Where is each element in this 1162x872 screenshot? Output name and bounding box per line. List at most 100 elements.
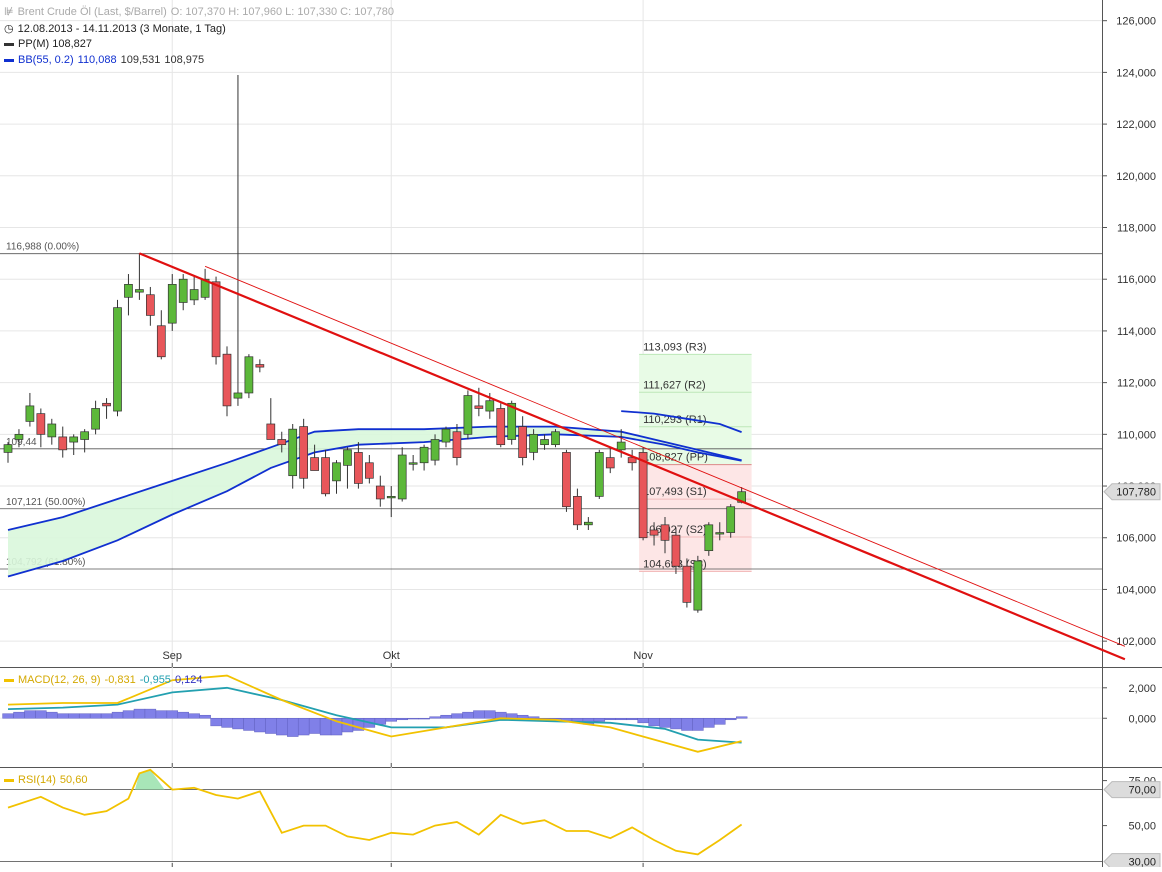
macd-hist-bar (462, 711, 474, 719)
macd-value: -0,831 (104, 674, 136, 686)
candle-body (452, 431, 462, 458)
price-tick-label: 102,000 (1116, 636, 1156, 648)
candle-body (616, 441, 626, 451)
candle-body (91, 408, 100, 430)
bb-upper-value: 110,088 (77, 54, 117, 66)
candle-body (135, 289, 144, 293)
instrument-title: Brent Crude Öl (Last, $/Barrel) (17, 6, 167, 18)
price-tick-label: 112,000 (1117, 378, 1156, 390)
candle-body (529, 433, 538, 453)
candle-body (671, 534, 681, 567)
pivot-label: 108,827 (PP) (643, 452, 708, 464)
macd-hist-bar (604, 718, 616, 721)
macd-hist-bar (57, 713, 69, 719)
candle-body (583, 521, 593, 526)
candle-body (649, 529, 659, 536)
macd-hist-bar (232, 718, 244, 730)
candle-body (233, 392, 243, 399)
month-label: Okt (383, 650, 400, 662)
candle-body (485, 400, 495, 412)
candle-body (58, 436, 68, 451)
macd-hist-bar (68, 713, 80, 719)
macd-hist-bar (89, 713, 102, 719)
macd-hist-bar (703, 718, 715, 728)
rsi-legend-name: RSI(14) (18, 774, 56, 786)
pp-legend-swatch (4, 42, 14, 46)
candle-body (551, 431, 560, 446)
candle-body (605, 457, 615, 469)
bb-lower-value: 108,975 (164, 54, 205, 66)
candle-body (496, 408, 506, 446)
candle-body (638, 452, 648, 539)
rsi-line (7, 768, 743, 856)
candle-body (310, 457, 319, 471)
macd-hist-bar (626, 718, 638, 721)
macd-hist-bar (736, 716, 748, 719)
candle-body (408, 462, 418, 465)
fibonacci-label: 116,988 (0.00%) (6, 242, 79, 253)
candle-body (69, 436, 79, 443)
candle-body (211, 281, 221, 358)
clock-icon: ◷ (4, 23, 14, 35)
candle-body (3, 444, 13, 453)
candle-body (80, 431, 90, 440)
macd-hist-bar (648, 718, 660, 727)
price-tick-label: 120,000 (1116, 171, 1156, 183)
candle-body (288, 428, 298, 477)
candle-body (36, 413, 46, 435)
bb-legend-name: BB(55, 0.2) (18, 54, 74, 66)
macd-hist-bar (188, 713, 200, 719)
macd-hist-bar (517, 714, 529, 719)
macd-hist-bar (46, 711, 58, 719)
macd-hist-bar (35, 710, 47, 719)
candle-body (354, 452, 363, 484)
macd-hist-bar (221, 718, 233, 728)
last-price-label: 107,780 (1116, 487, 1156, 499)
macd-hist-bar (199, 714, 211, 719)
macd-tick-label: 2,000 (1128, 683, 1156, 695)
pivot-label: 111,627 (R2) (643, 379, 706, 391)
macd-hist-bar (100, 713, 113, 719)
candle-body (25, 405, 35, 422)
candle-body (189, 289, 199, 301)
candle-body (146, 294, 155, 316)
rsi-tick-label: 50,00 (1128, 821, 1156, 833)
ohlc-values: O: 107,370 H: 107,960 L: 107,330 C: 107,… (170, 6, 394, 18)
macd-hist-bar (133, 708, 146, 719)
macd-legend-name: MACD(12, 26, 9) (18, 674, 101, 686)
macd-legend: MACD(12, 26, 9) -0,831 -0,955 0,124 (4, 674, 206, 686)
candle-body (167, 284, 177, 324)
macd-hist-bar (725, 718, 737, 721)
candle-body (693, 560, 703, 611)
macd-hist-bar (637, 718, 649, 724)
macd-hist-bar (177, 711, 189, 719)
candle-body (397, 454, 407, 500)
macd-hist-bar (166, 710, 179, 719)
candle-body (441, 428, 451, 443)
macd-hist-bar (276, 718, 288, 736)
price-tick-label: 124,000 (1116, 67, 1156, 79)
candle-body (463, 395, 473, 435)
price-tick-label: 118,000 (1117, 223, 1156, 235)
candle-body (156, 325, 166, 358)
macd-hist-bar (681, 718, 693, 731)
candle-body (332, 462, 341, 482)
macd-hist-bar (429, 716, 441, 719)
macd-hist-bar (418, 718, 430, 720)
price-tick-label: 126,000 (1116, 16, 1156, 28)
macd-hist-bar (308, 718, 321, 734)
chart-svg: 102,000104,000106,000108,000110,000112,0… (0, 0, 1162, 871)
price-tick-label: 116,000 (1117, 274, 1156, 286)
candle-body (540, 439, 549, 446)
bb-legend: BB(55, 0.2) 110,088 109,531 108,975 (4, 54, 208, 66)
candle-body (430, 439, 440, 461)
price-tick-label: 122,000 (1116, 119, 1156, 131)
macd-hist-bar (396, 718, 408, 721)
candle-body (365, 462, 374, 479)
macd-hist-bar (473, 710, 485, 719)
bb-mid-value: 109,531 (120, 54, 161, 66)
bb-legend-swatch (4, 58, 14, 62)
candle-body (715, 532, 725, 535)
pivot-resistance-zone (639, 354, 752, 465)
pp-legend: PP(M) 108,827 (4, 38, 96, 50)
